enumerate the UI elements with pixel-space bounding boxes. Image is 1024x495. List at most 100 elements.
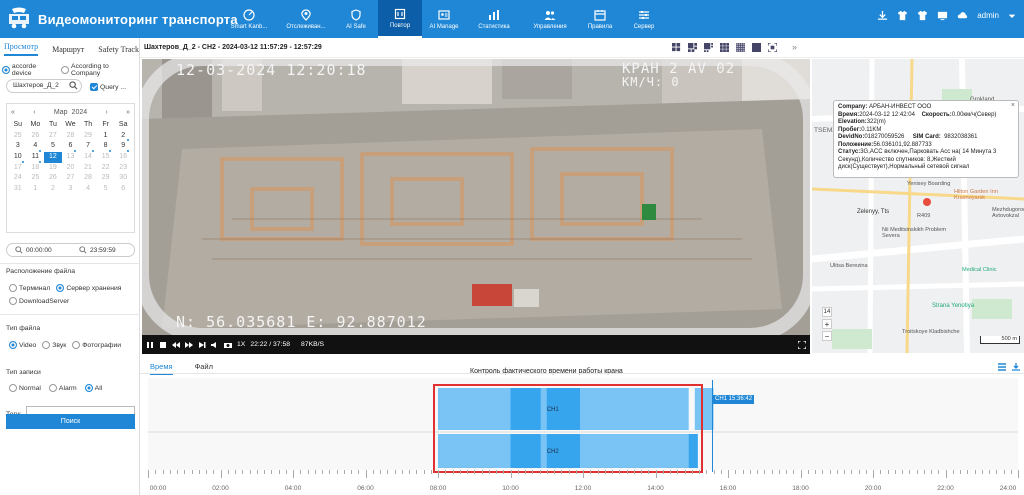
calendar-day[interactable]: 7: [79, 141, 97, 152]
zoom-in-button[interactable]: +: [822, 319, 832, 329]
calendar-day[interactable]: 19: [44, 163, 62, 174]
calendar-day[interactable]: 10: [9, 152, 27, 163]
calendar-day[interactable]: 2: [114, 131, 132, 142]
cloud-icon[interactable]: [957, 10, 968, 21]
zoom-out-button[interactable]: −: [822, 331, 832, 341]
calendar-month[interactable]: Мар: [54, 109, 68, 116]
end-time-input[interactable]: 23:59:59: [90, 247, 116, 254]
search-button[interactable]: Поиск: [6, 414, 135, 429]
grid-16-icon[interactable]: [736, 43, 745, 52]
calendar-day[interactable]: 14: [79, 152, 97, 163]
calendar-day[interactable]: 27: [62, 173, 80, 184]
stop-icon[interactable]: [159, 341, 167, 349]
next-month-icon[interactable]: ›: [105, 109, 107, 116]
calendar-day[interactable]: 26: [44, 173, 62, 184]
calendar-day[interactable]: 12: [44, 152, 62, 163]
camera-icon[interactable]: [224, 341, 232, 349]
calendar-day[interactable]: 23: [114, 163, 132, 174]
calendar-day[interactable]: 27: [44, 131, 62, 142]
calendar-day[interactable]: 4: [79, 184, 97, 195]
calendar-day[interactable]: 22: [97, 163, 115, 174]
pause-icon[interactable]: [146, 341, 154, 349]
calendar-day[interactable]: 17: [9, 163, 27, 174]
volume-icon[interactable]: [211, 341, 219, 349]
grid-9-icon[interactable]: [720, 43, 729, 52]
calendar-day[interactable]: 31: [9, 184, 27, 195]
calendar-day[interactable]: 16: [114, 152, 132, 163]
download-icon[interactable]: [877, 10, 888, 21]
calendar-day[interactable]: 21: [79, 163, 97, 174]
type-photo-radio[interactable]: Фотографии: [72, 341, 121, 349]
nav-item-7[interactable]: Правила: [578, 0, 622, 38]
fullscreen-icon[interactable]: [768, 43, 777, 52]
user-name[interactable]: admin: [977, 11, 999, 20]
uniform-icon[interactable]: [897, 10, 908, 21]
calendar-day[interactable]: 30: [114, 173, 132, 184]
calendar-day[interactable]: 5: [44, 141, 62, 152]
chevron-down-icon[interactable]: [1008, 12, 1016, 20]
tab-route[interactable]: Маршрут: [52, 45, 84, 54]
close-icon[interactable]: ×: [1011, 102, 1015, 110]
nav-item-3[interactable]: Повтор: [378, 0, 422, 38]
calendar-day[interactable]: 11: [27, 152, 45, 163]
query-checkbox[interactable]: Query ...: [90, 83, 126, 91]
calendar-day[interactable]: 29: [97, 173, 115, 184]
single-view-icon[interactable]: [752, 43, 761, 52]
record-all-radio[interactable]: All: [84, 384, 102, 392]
calendar-day[interactable]: 1: [97, 131, 115, 142]
grid-4-icon[interactable]: [672, 43, 681, 52]
download-icon[interactable]: [1012, 363, 1020, 371]
rewind-icon[interactable]: [172, 341, 180, 349]
calendar-day[interactable]: 3: [9, 141, 27, 152]
record-normal-radio[interactable]: Normal: [9, 384, 41, 392]
calendar-day[interactable]: 25: [9, 131, 27, 142]
calendar-day[interactable]: 15: [97, 152, 115, 163]
monitor-icon[interactable]: [937, 10, 948, 21]
type-video-radio[interactable]: Video: [9, 341, 36, 349]
prev-month-icon[interactable]: ‹: [33, 109, 35, 116]
nav-item-8[interactable]: Сервер: [622, 0, 666, 38]
calendar-day[interactable]: 28: [62, 131, 80, 142]
nav-item-6[interactable]: Управления: [522, 0, 578, 38]
nav-item-2[interactable]: AI Safe: [334, 0, 378, 38]
grid-8-icon[interactable]: [704, 43, 713, 52]
calendar-day[interactable]: 3: [62, 184, 80, 195]
prev-year-icon[interactable]: «: [11, 109, 15, 116]
calendar-day[interactable]: 20: [62, 163, 80, 174]
location-downloadserver-radio[interactable]: DownloadServer: [9, 297, 69, 305]
nav-item-4[interactable]: AI Manage: [422, 0, 466, 38]
record-alarm-radio[interactable]: Alarm: [48, 384, 77, 392]
next-year-icon[interactable]: »: [126, 109, 130, 116]
mode-device-radio[interactable]: accorde device: [2, 63, 57, 77]
list-icon[interactable]: [998, 363, 1006, 371]
calendar-day[interactable]: 8: [97, 141, 115, 152]
search-icon[interactable]: [69, 81, 78, 90]
playback-speed[interactable]: 1X: [237, 341, 245, 348]
calendar-day[interactable]: 13: [62, 152, 80, 163]
timeline-cursor[interactable]: [712, 380, 713, 472]
calendar-day[interactable]: 18: [27, 163, 45, 174]
calendar-day[interactable]: 1: [27, 184, 45, 195]
collapse-icon[interactable]: »: [792, 43, 797, 52]
start-time-input[interactable]: 00:00:00: [26, 247, 52, 254]
calendar-day[interactable]: 26: [27, 131, 45, 142]
tab-view[interactable]: Просмотр: [4, 42, 39, 56]
type-audio-radio[interactable]: Звук: [42, 341, 66, 349]
nav-item-1[interactable]: Отслеживан...: [278, 0, 334, 38]
calendar-day[interactable]: 25: [27, 173, 45, 184]
nav-item-0[interactable]: Smart Kanb...: [220, 0, 278, 38]
calendar-day[interactable]: 6: [62, 141, 80, 152]
calendar-day[interactable]: 28: [79, 173, 97, 184]
location-storage-radio[interactable]: Сервер хранения: [56, 284, 122, 292]
calendar-day[interactable]: 5: [97, 184, 115, 195]
calendar-day[interactable]: 29: [79, 131, 97, 142]
video-frame[interactable]: 12-03-2024 12:20:18 КРАН 2 AV 02 KM/Ч: 0…: [142, 59, 810, 335]
calendar-day[interactable]: 24: [9, 173, 27, 184]
calendar-day[interactable]: 4: [27, 141, 45, 152]
calendar-day[interactable]: 2: [44, 184, 62, 195]
mode-company-radio[interactable]: According to Company: [61, 63, 139, 77]
calendar-day[interactable]: 6: [114, 184, 132, 195]
location-terminal-radio[interactable]: Терминал: [9, 284, 50, 292]
next-frame-icon[interactable]: [198, 341, 206, 349]
fast-forward-icon[interactable]: [185, 341, 193, 349]
